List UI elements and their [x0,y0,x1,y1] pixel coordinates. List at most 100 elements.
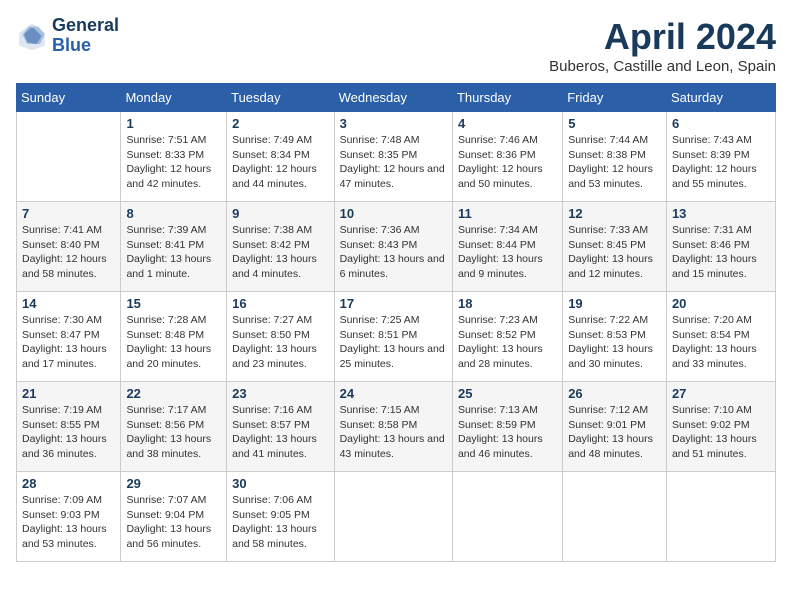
day-info: Sunrise: 7:20 AM Sunset: 8:54 PM Dayligh… [672,313,770,372]
header-friday: Friday [563,84,667,112]
table-row: 29 Sunrise: 7:07 AM Sunset: 9:04 PM Dayl… [121,472,227,562]
table-row: 30 Sunrise: 7:06 AM Sunset: 9:05 PM Dayl… [227,472,334,562]
table-row: 26 Sunrise: 7:12 AM Sunset: 9:01 PM Dayl… [563,382,667,472]
table-row: 23 Sunrise: 7:16 AM Sunset: 8:57 PM Dayl… [227,382,334,472]
day-number: 25 [458,386,557,401]
table-row: 28 Sunrise: 7:09 AM Sunset: 9:03 PM Dayl… [17,472,121,562]
day-number: 6 [672,116,770,131]
day-number: 28 [22,476,115,491]
day-number: 8 [126,206,221,221]
day-info: Sunrise: 7:44 AM Sunset: 8:38 PM Dayligh… [568,133,661,192]
table-row: 12 Sunrise: 7:33 AM Sunset: 8:45 PM Dayl… [563,202,667,292]
calendar-week-row: 21 Sunrise: 7:19 AM Sunset: 8:55 PM Dayl… [17,382,776,472]
title-block: April 2024 Buberos, Castille and Leon, S… [549,16,776,75]
logo-text: General Blue [52,16,119,56]
day-info: Sunrise: 7:39 AM Sunset: 8:41 PM Dayligh… [126,223,221,282]
day-number: 26 [568,386,661,401]
day-info: Sunrise: 7:36 AM Sunset: 8:43 PM Dayligh… [340,223,447,282]
calendar-subtitle: Buberos, Castille and Leon, Spain [549,58,776,75]
day-number: 4 [458,116,557,131]
table-row: 7 Sunrise: 7:41 AM Sunset: 8:40 PM Dayli… [17,202,121,292]
table-row: 20 Sunrise: 7:20 AM Sunset: 8:54 PM Dayl… [666,292,775,382]
header-monday: Monday [121,84,227,112]
calendar-week-row: 1 Sunrise: 7:51 AM Sunset: 8:33 PM Dayli… [17,112,776,202]
day-number: 20 [672,296,770,311]
day-number: 15 [126,296,221,311]
day-info: Sunrise: 7:30 AM Sunset: 8:47 PM Dayligh… [22,313,115,372]
page-header: General Blue April 2024 Buberos, Castill… [16,16,776,75]
day-info: Sunrise: 7:06 AM Sunset: 9:05 PM Dayligh… [232,493,328,552]
table-row [334,472,452,562]
day-info: Sunrise: 7:12 AM Sunset: 9:01 PM Dayligh… [568,403,661,462]
day-number: 7 [22,206,115,221]
day-info: Sunrise: 7:28 AM Sunset: 8:48 PM Dayligh… [126,313,221,372]
table-row [452,472,562,562]
day-info: Sunrise: 7:27 AM Sunset: 8:50 PM Dayligh… [232,313,328,372]
day-info: Sunrise: 7:38 AM Sunset: 8:42 PM Dayligh… [232,223,328,282]
header-wednesday: Wednesday [334,84,452,112]
table-row: 16 Sunrise: 7:27 AM Sunset: 8:50 PM Dayl… [227,292,334,382]
table-row: 22 Sunrise: 7:17 AM Sunset: 8:56 PM Dayl… [121,382,227,472]
day-info: Sunrise: 7:19 AM Sunset: 8:55 PM Dayligh… [22,403,115,462]
weekday-header-row: Sunday Monday Tuesday Wednesday Thursday… [17,84,776,112]
day-number: 17 [340,296,447,311]
table-row: 1 Sunrise: 7:51 AM Sunset: 8:33 PM Dayli… [121,112,227,202]
table-row: 18 Sunrise: 7:23 AM Sunset: 8:52 PM Dayl… [452,292,562,382]
day-number: 3 [340,116,447,131]
day-info: Sunrise: 7:43 AM Sunset: 8:39 PM Dayligh… [672,133,770,192]
day-info: Sunrise: 7:49 AM Sunset: 8:34 PM Dayligh… [232,133,328,192]
day-info: Sunrise: 7:33 AM Sunset: 8:45 PM Dayligh… [568,223,661,282]
day-info: Sunrise: 7:34 AM Sunset: 8:44 PM Dayligh… [458,223,557,282]
table-row: 27 Sunrise: 7:10 AM Sunset: 9:02 PM Dayl… [666,382,775,472]
table-row: 19 Sunrise: 7:22 AM Sunset: 8:53 PM Dayl… [563,292,667,382]
table-row [666,472,775,562]
table-row: 5 Sunrise: 7:44 AM Sunset: 8:38 PM Dayli… [563,112,667,202]
table-row: 24 Sunrise: 7:15 AM Sunset: 8:58 PM Dayl… [334,382,452,472]
table-row: 17 Sunrise: 7:25 AM Sunset: 8:51 PM Dayl… [334,292,452,382]
day-info: Sunrise: 7:46 AM Sunset: 8:36 PM Dayligh… [458,133,557,192]
day-number: 10 [340,206,447,221]
day-number: 21 [22,386,115,401]
day-info: Sunrise: 7:16 AM Sunset: 8:57 PM Dayligh… [232,403,328,462]
day-number: 16 [232,296,328,311]
table-row: 21 Sunrise: 7:19 AM Sunset: 8:55 PM Dayl… [17,382,121,472]
day-number: 1 [126,116,221,131]
table-row: 25 Sunrise: 7:13 AM Sunset: 8:59 PM Dayl… [452,382,562,472]
day-info: Sunrise: 7:25 AM Sunset: 8:51 PM Dayligh… [340,313,447,372]
day-number: 13 [672,206,770,221]
day-number: 2 [232,116,328,131]
logo-icon [16,20,48,52]
table-row: 14 Sunrise: 7:30 AM Sunset: 8:47 PM Dayl… [17,292,121,382]
day-info: Sunrise: 7:51 AM Sunset: 8:33 PM Dayligh… [126,133,221,192]
day-info: Sunrise: 7:10 AM Sunset: 9:02 PM Dayligh… [672,403,770,462]
table-row: 11 Sunrise: 7:34 AM Sunset: 8:44 PM Dayl… [452,202,562,292]
calendar-title: April 2024 [549,16,776,58]
day-info: Sunrise: 7:13 AM Sunset: 8:59 PM Dayligh… [458,403,557,462]
day-number: 18 [458,296,557,311]
calendar-week-row: 28 Sunrise: 7:09 AM Sunset: 9:03 PM Dayl… [17,472,776,562]
calendar-week-row: 7 Sunrise: 7:41 AM Sunset: 8:40 PM Dayli… [17,202,776,292]
day-number: 9 [232,206,328,221]
table-row: 6 Sunrise: 7:43 AM Sunset: 8:39 PM Dayli… [666,112,775,202]
table-row: 4 Sunrise: 7:46 AM Sunset: 8:36 PM Dayli… [452,112,562,202]
table-row [17,112,121,202]
day-number: 30 [232,476,328,491]
header-tuesday: Tuesday [227,84,334,112]
day-info: Sunrise: 7:15 AM Sunset: 8:58 PM Dayligh… [340,403,447,462]
table-row: 10 Sunrise: 7:36 AM Sunset: 8:43 PM Dayl… [334,202,452,292]
table-row: 8 Sunrise: 7:39 AM Sunset: 8:41 PM Dayli… [121,202,227,292]
day-info: Sunrise: 7:07 AM Sunset: 9:04 PM Dayligh… [126,493,221,552]
day-info: Sunrise: 7:41 AM Sunset: 8:40 PM Dayligh… [22,223,115,282]
day-number: 5 [568,116,661,131]
day-info: Sunrise: 7:48 AM Sunset: 8:35 PM Dayligh… [340,133,447,192]
table-row: 13 Sunrise: 7:31 AM Sunset: 8:46 PM Dayl… [666,202,775,292]
day-number: 11 [458,206,557,221]
table-row: 9 Sunrise: 7:38 AM Sunset: 8:42 PM Dayli… [227,202,334,292]
day-number: 27 [672,386,770,401]
logo: General Blue [16,16,119,56]
table-row: 15 Sunrise: 7:28 AM Sunset: 8:48 PM Dayl… [121,292,227,382]
header-sunday: Sunday [17,84,121,112]
day-number: 19 [568,296,661,311]
day-info: Sunrise: 7:17 AM Sunset: 8:56 PM Dayligh… [126,403,221,462]
day-number: 24 [340,386,447,401]
